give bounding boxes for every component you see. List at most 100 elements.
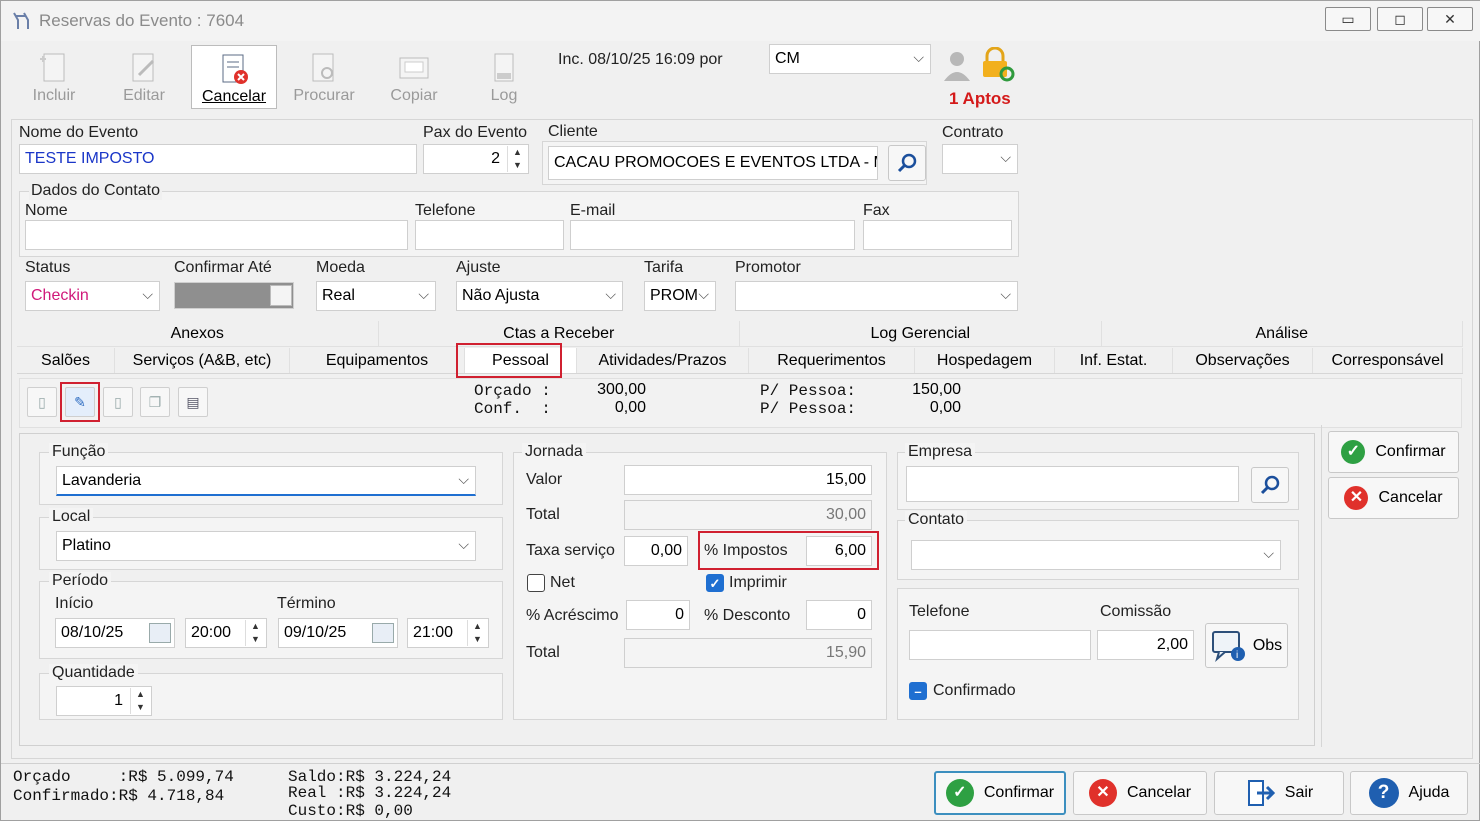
cliente-input[interactable]: CACAU PROMOCOES E EVENTOS LTDA - M: [548, 146, 878, 180]
promotor-select[interactable]: ⌵: [735, 281, 1018, 311]
log-button[interactable]: Log: [461, 45, 547, 109]
termino-time-spinner[interactable]: ▲ ▼: [467, 620, 487, 646]
tab-inf-estat[interactable]: Inf. Estat.: [1055, 348, 1173, 373]
tab-hospedagem[interactable]: Hospedagem: [915, 348, 1055, 373]
comissao-input[interactable]: 2,00: [1097, 630, 1194, 660]
new-document-icon: [37, 51, 71, 85]
taxa-label: Taxa serviço: [526, 542, 615, 559]
acrescimo-input[interactable]: 0: [626, 600, 690, 630]
pessoal-tab-highlight: [456, 343, 562, 378]
valor-input[interactable]: 15,00: [624, 465, 872, 495]
tab-anexos[interactable]: Anexos: [17, 321, 379, 346]
pp2-label: P/ Pessoa:: [760, 400, 857, 418]
tab-saloes[interactable]: Salões: [17, 348, 115, 373]
footer-confirmado: Confirmado:R$ 4.718,84: [13, 787, 225, 805]
funcao-select[interactable]: Lavanderia ⌵: [56, 466, 476, 496]
moeda-value: Real: [322, 287, 355, 304]
calendar-icon[interactable]: [372, 623, 394, 643]
imprimir-label: Imprimir: [729, 574, 787, 591]
footer-sair-button[interactable]: Sair: [1214, 771, 1344, 815]
local-select[interactable]: Platino ⌵: [56, 531, 476, 561]
search-icon: [897, 153, 917, 173]
ajuste-select[interactable]: Não Ajusta ⌵: [456, 281, 623, 311]
delete-item-icon[interactable]: ▯: [103, 387, 133, 417]
app-icon: [11, 11, 31, 31]
procurar-button[interactable]: Procurar: [281, 45, 367, 109]
tabs-bottom: Salões Serviços (A&B, etc) Equipamentos …: [17, 348, 1463, 374]
cancelar-toolbar-button[interactable]: Cancelar: [191, 45, 277, 109]
copy-item-icon[interactable]: ❐: [140, 387, 170, 417]
contato-select[interactable]: ⌵: [911, 540, 1281, 570]
contato-nome-input[interactable]: [25, 220, 408, 250]
imprimir-checkbox[interactable]: ✓: [706, 574, 724, 592]
empresa-search-button[interactable]: [1251, 467, 1289, 503]
tab-requerimentos[interactable]: Requerimentos: [749, 348, 915, 373]
taxa-input[interactable]: 0,00: [624, 536, 688, 566]
user-select[interactable]: CM ⌵: [769, 44, 931, 74]
inicio-time-spinner[interactable]: ▲ ▼: [245, 620, 265, 646]
ajuste-label: Ajuste: [456, 259, 501, 276]
net-checkbox[interactable]: [527, 574, 545, 592]
tarifa-select[interactable]: PROM ⌵: [644, 281, 716, 311]
confirmar-ate-label: Confirmar Até: [174, 259, 272, 276]
copiar-label: Copiar: [390, 87, 438, 104]
tab-equipamentos[interactable]: Equipamentos: [290, 348, 465, 373]
copiar-button[interactable]: Copiar: [371, 45, 457, 109]
minimize-button[interactable]: ▭: [1325, 7, 1371, 31]
orcado-summary-value: 300,00: [597, 381, 646, 398]
new-item-icon[interactable]: ▯: [27, 387, 57, 417]
contato-fax-input[interactable]: [863, 220, 1012, 250]
desconto-input[interactable]: 0: [806, 600, 872, 630]
pax-spinner[interactable]: ▲ ▼: [507, 146, 527, 172]
log-label: Log: [490, 87, 518, 104]
tab-log-gerencial[interactable]: Log Gerencial: [740, 321, 1102, 346]
contato-email-input[interactable]: [570, 220, 855, 250]
calendar-icon[interactable]: [149, 623, 171, 643]
incluir-button[interactable]: Incluir: [11, 45, 97, 109]
footer-ajuda-button[interactable]: ? Ajuda: [1350, 771, 1468, 815]
side-confirmar-button[interactable]: ✓ Confirmar: [1328, 431, 1459, 473]
quantidade-value: 1: [114, 692, 123, 709]
dados-contato-label: Dados do Contato: [29, 182, 162, 200]
person-icon[interactable]: [941, 49, 973, 83]
cliente-search-button[interactable]: [888, 145, 926, 181]
obs-button[interactable]: i Obs: [1205, 623, 1288, 668]
footer-confirmar-button[interactable]: ✓ Confirmar: [934, 771, 1066, 815]
promotor-label: Promotor: [735, 259, 801, 276]
telefone-input[interactable]: [909, 630, 1091, 660]
chevron-down-icon: ⌵: [605, 286, 616, 302]
close-button[interactable]: ✕: [1427, 7, 1473, 31]
maximize-button[interactable]: ◻: [1377, 7, 1423, 31]
quantidade-spinner[interactable]: ▲ ▼: [130, 688, 150, 714]
close-circle-icon: ✕: [1344, 486, 1369, 510]
ajuste-value: Não Ajusta: [462, 287, 540, 304]
print-item-icon[interactable]: ▤: [178, 387, 208, 417]
net-label: Net: [550, 574, 575, 591]
calendar-icon[interactable]: [270, 285, 292, 306]
chevron-down-icon: ⌵: [458, 536, 469, 552]
tab-observacoes[interactable]: Observações: [1173, 348, 1313, 373]
footer-sair-label: Sair: [1284, 784, 1314, 801]
moeda-select[interactable]: Real ⌵: [316, 281, 436, 311]
contrato-select[interactable]: ⌵: [942, 144, 1018, 174]
termino-label: Término: [277, 595, 336, 612]
funcao-value: Lavanderia: [62, 472, 142, 489]
nome-evento-input[interactable]: TESTE IMPOSTO: [19, 144, 417, 174]
nome-evento-label: Nome do Evento: [19, 124, 139, 141]
tab-corresponsavel[interactable]: Corresponsável: [1313, 348, 1463, 373]
orcado-summary-label: Orçado :: [474, 382, 551, 400]
footer-cancelar-button[interactable]: ✕ Cancelar: [1073, 771, 1207, 815]
status-select[interactable]: Checkin ⌵: [25, 281, 160, 311]
window-title: Reservas do Evento : 7604: [39, 11, 245, 30]
tarifa-value: PROM: [650, 287, 698, 304]
contato-telefone-input[interactable]: [415, 220, 564, 250]
tab-analise[interactable]: Análise: [1102, 321, 1463, 346]
empresa-input[interactable]: [906, 466, 1239, 502]
editar-button[interactable]: Editar: [101, 45, 187, 109]
status-label: Status: [25, 259, 71, 276]
lock-refresh-icon[interactable]: [979, 46, 1015, 83]
side-cancelar-button[interactable]: ✕ Cancelar: [1328, 477, 1459, 519]
tab-atividades[interactable]: Atividades/Prazos: [577, 348, 749, 373]
confirmado-checkbox[interactable]: –: [909, 682, 927, 700]
tab-servicos[interactable]: Serviços (A&B, etc): [115, 348, 290, 373]
